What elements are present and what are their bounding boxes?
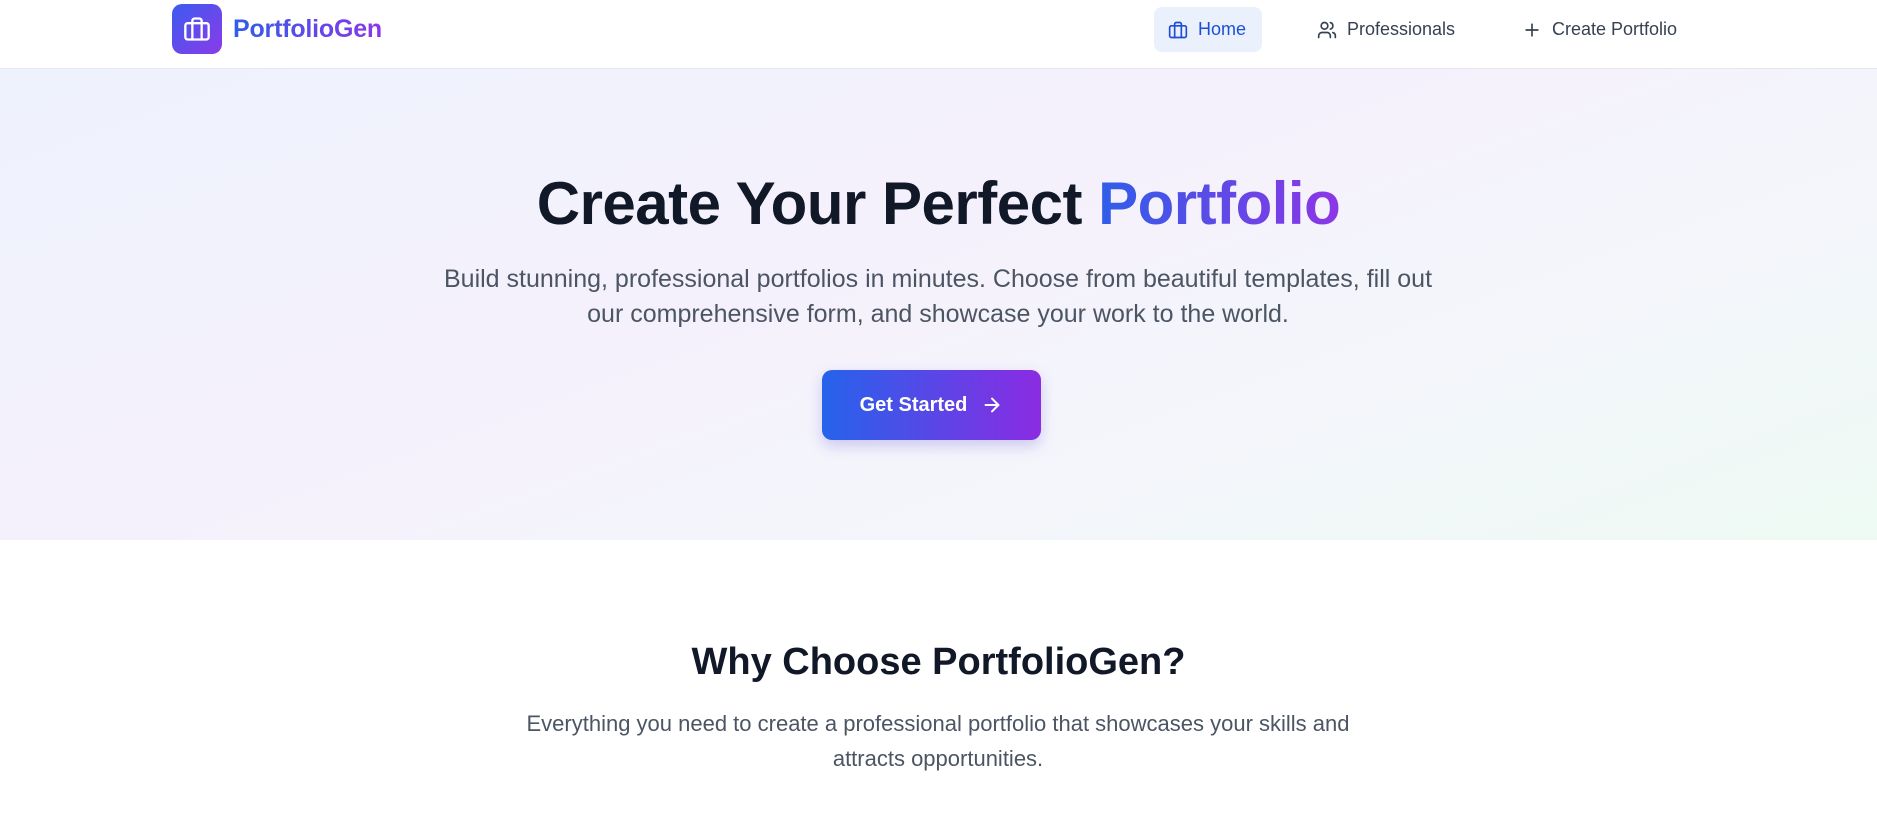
why-title: Why Choose PortfolioGen? — [691, 641, 1186, 683]
get-started-button[interactable]: Get Started — [822, 370, 1041, 440]
why-subtitle: Everything you need to create a professi… — [526, 711, 1350, 771]
nav-create-portfolio-link[interactable]: Create Portfolio — [1508, 7, 1691, 52]
briefcase-icon — [1168, 20, 1188, 40]
hero-subtitle: Build stunning, professional portfolios … — [443, 265, 1433, 328]
plus-icon — [1522, 20, 1542, 40]
users-icon — [1317, 20, 1337, 40]
nav-home-link[interactable]: Home — [1154, 7, 1262, 52]
get-started-label: Get Started — [859, 393, 968, 416]
brand-logo-link[interactable]: PortfolioGen — [172, 4, 382, 54]
nav-create-portfolio-label: Create Portfolio — [1552, 19, 1678, 39]
nav-professionals-label: Professionals — [1347, 19, 1456, 39]
briefcase-icon — [172, 4, 222, 54]
hero-title-main: Create Your Perfect — [536, 170, 1083, 237]
hero-section: Create Your Perfect Portfolio Build stun… — [0, 69, 1877, 540]
hero-title-accent: Portfolio — [1098, 170, 1341, 237]
top-navigation-bar: PortfolioGen Home Professionals Create P… — [0, 0, 1877, 69]
hero-title: Create Your Perfect Portfolio — [0, 169, 1877, 238]
nav-home-label: Home — [1198, 19, 1247, 39]
nav-professionals-link[interactable]: Professionals — [1303, 7, 1469, 52]
brand-name: PortfolioGen — [233, 14, 382, 43]
arrow-right-icon — [981, 394, 1003, 416]
